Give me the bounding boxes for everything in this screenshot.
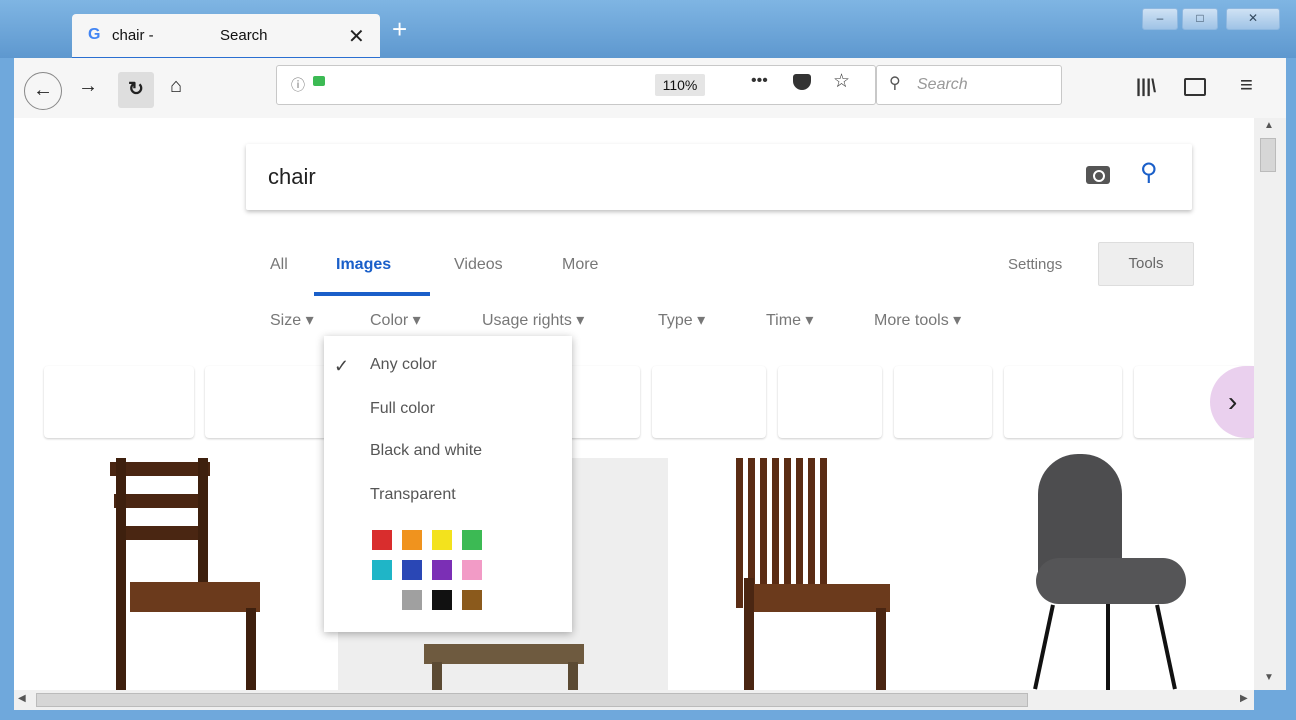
google-favicon-icon: G <box>88 26 101 43</box>
tab-images[interactable]: Images <box>336 256 391 274</box>
chip-garden[interactable]: garden <box>652 366 766 438</box>
check-icon: ✓ <box>334 356 350 376</box>
lock-icon <box>313 76 325 86</box>
color-filter[interactable]: Color ▾ <box>370 310 421 330</box>
sidebar-icon[interactable] <box>1184 78 1206 96</box>
back-button[interactable]: ← <box>24 72 62 110</box>
scroll-right-icon[interactable]: ▶ <box>1240 693 1248 704</box>
tab-title-suffix: Search <box>220 27 268 44</box>
chip-living-room[interactable]: living room <box>44 366 194 438</box>
chip-comfy[interactable]: comfy <box>778 366 882 438</box>
settings-link[interactable]: Settings <box>1008 256 1062 273</box>
swatch-purple[interactable] <box>432 560 452 580</box>
type-filter[interactable]: Type ▾ <box>658 310 705 330</box>
chip-antique[interactable]: antique <box>1004 366 1122 438</box>
search-icon: ⚲ <box>889 75 901 92</box>
home-button[interactable]: ⌂ <box>170 75 182 98</box>
chip-funky[interactable]: funky <box>894 366 992 438</box>
browser-tab[interactable]: G chair - Search ✕ <box>72 14 380 58</box>
vertical-scrollbar[interactable]: ▲ ▼ <box>1254 118 1286 690</box>
page-actions-icon[interactable]: ••• <box>751 72 768 90</box>
search-icon[interactable]: ⚲ <box>1140 158 1158 187</box>
zoom-indicator[interactable]: 110% <box>655 74 705 96</box>
result-image-3[interactable] <box>734 458 894 690</box>
close-window-button[interactable]: ✕ <box>1226 8 1280 30</box>
size-filter[interactable]: Size ▾ <box>270 310 314 330</box>
swatch-gray[interactable] <box>402 590 422 610</box>
swatch-yellow[interactable] <box>432 530 452 550</box>
tab-all[interactable]: All <box>270 256 288 274</box>
library-icon[interactable]: |||\ <box>1136 76 1156 97</box>
tab-title: chair - <box>112 27 154 44</box>
tab-videos[interactable]: Videos <box>454 256 503 274</box>
chip-bedroom[interactable]: bedroom <box>205 366 329 438</box>
horizontal-scrollbar[interactable]: ◀ ▶ <box>14 690 1254 710</box>
scroll-down-icon[interactable]: ▼ <box>1264 672 1274 683</box>
info-icon[interactable]: ⓘ <box>291 75 305 95</box>
more-tools-filter[interactable]: More tools ▾ <box>874 310 961 330</box>
swatch-teal[interactable] <box>372 560 392 580</box>
page-content: chair ⚲ All Images Videos More Settings … <box>14 118 1254 690</box>
tab-more[interactable]: More <box>562 256 598 274</box>
title-bar: G chair - Search ✕ + – □ ✕ <box>0 0 1296 58</box>
result-image-4[interactable] <box>1014 454 1194 690</box>
active-tab-indicator <box>314 292 430 296</box>
color-dropdown-menu: ✓ Any color Full color Black and white T… <box>324 336 572 632</box>
option-transparent[interactable]: Transparent <box>370 486 456 504</box>
swatch-black[interactable] <box>432 590 452 610</box>
swatch-pink[interactable] <box>462 560 482 580</box>
pocket-icon[interactable] <box>793 74 811 90</box>
swatch-orange[interactable] <box>402 530 422 550</box>
tab-close-icon[interactable]: ✕ <box>348 24 365 49</box>
scroll-left-icon[interactable]: ◀ <box>18 693 26 704</box>
option-full-color[interactable]: Full color <box>370 400 435 418</box>
tools-button[interactable]: Tools <box>1098 242 1194 286</box>
option-any-color[interactable]: Any color <box>370 356 437 374</box>
browser-search-box[interactable]: ⚲ Search <box>876 65 1062 105</box>
horizontal-scroll-thumb[interactable] <box>36 693 1028 707</box>
menu-icon[interactable]: ≡ <box>1240 72 1253 98</box>
google-search-box[interactable]: chair ⚲ <box>246 144 1192 210</box>
result-image-1[interactable] <box>110 458 280 690</box>
scroll-up-icon[interactable]: ▲ <box>1264 120 1274 131</box>
time-filter[interactable]: Time ▾ <box>766 310 813 330</box>
search-query[interactable]: chair <box>268 164 316 190</box>
swatch-green[interactable] <box>462 530 482 550</box>
swatch-red[interactable] <box>372 530 392 550</box>
option-black-and-white[interactable]: Black and white <box>370 442 482 460</box>
swatch-brown[interactable] <box>462 590 482 610</box>
bookmark-star-icon[interactable]: ☆ <box>833 70 850 93</box>
forward-button[interactable]: → <box>78 75 98 98</box>
navigation-toolbar: ← → ↻ ⌂ ⓘ 110% ••• ☆ ⚲ Search |||\ ≡ <box>14 58 1286 119</box>
new-tab-button[interactable]: + <box>392 16 407 42</box>
camera-icon[interactable] <box>1086 166 1110 184</box>
minimize-button[interactable]: – <box>1142 8 1178 30</box>
usage-rights-filter[interactable]: Usage rights ▾ <box>482 310 584 330</box>
reload-button[interactable]: ↻ <box>118 72 154 108</box>
maximize-button[interactable]: □ <box>1182 8 1218 30</box>
swatch-blue[interactable] <box>402 560 422 580</box>
url-bar[interactable]: ⓘ 110% ••• ☆ <box>276 65 876 105</box>
search-placeholder: Search <box>917 76 968 93</box>
vertical-scroll-thumb[interactable] <box>1260 138 1276 172</box>
